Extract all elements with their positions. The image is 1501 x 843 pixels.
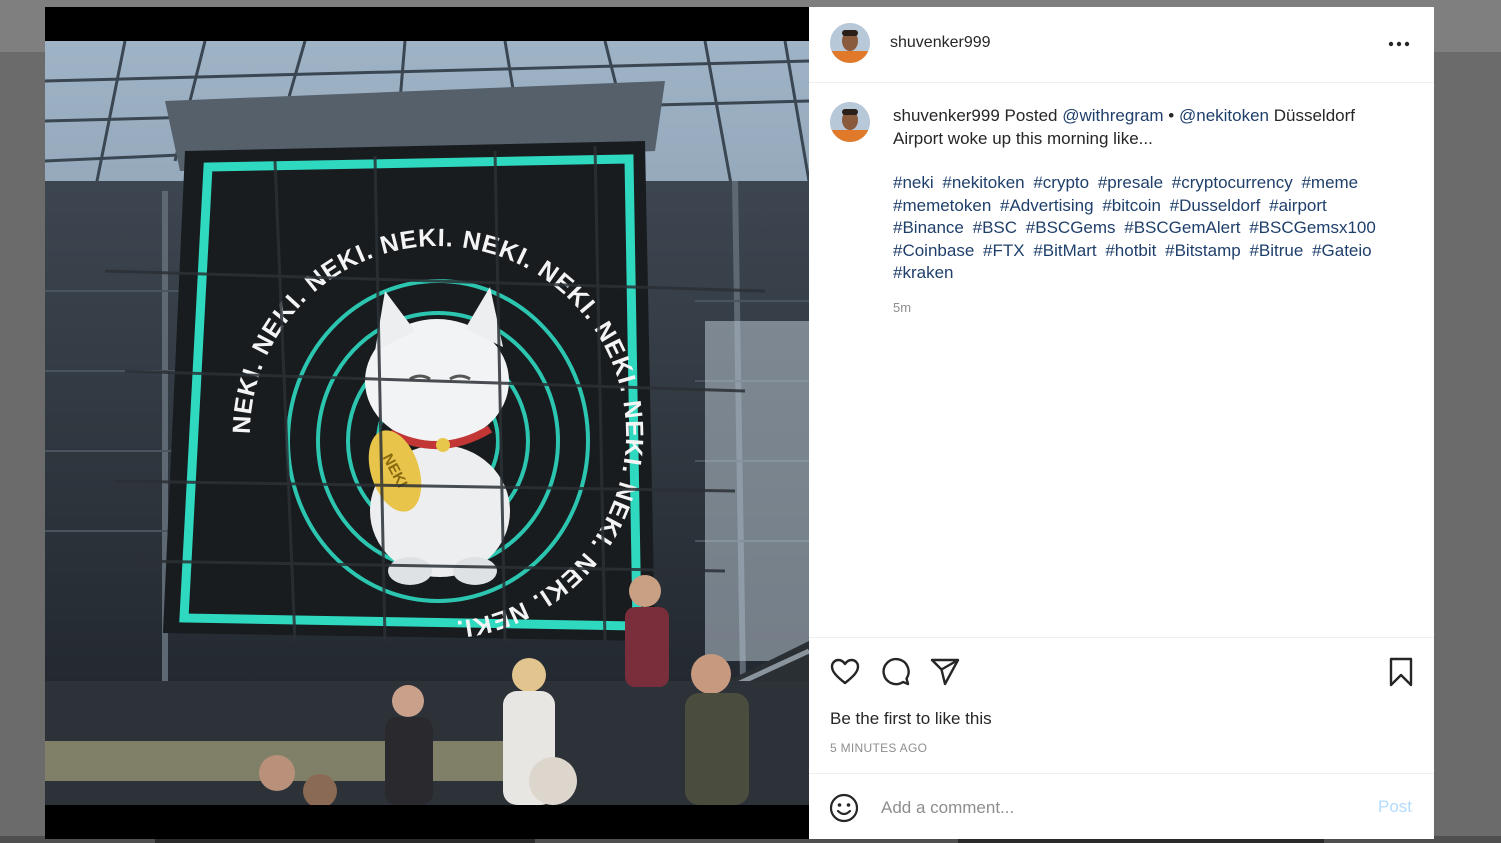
hashtag-link[interactable]: #memetoken	[893, 196, 991, 215]
comment-icon[interactable]	[879, 656, 911, 688]
caption-separator: •	[1168, 106, 1175, 125]
emoji-icon[interactable]	[829, 793, 859, 823]
hashtag-link[interactable]: #Coinbase	[893, 241, 974, 260]
post-media: NEKI. NEKI. NEKI. NEKI. NEKI. NEKI. NEKI…	[45, 7, 809, 839]
hashtag-link[interactable]: #Binance	[893, 218, 964, 237]
post-header: shuvenker999	[809, 7, 1434, 83]
like-this-link[interactable]: like this	[935, 709, 992, 728]
post-modal: NEKI. NEKI. NEKI. NEKI. NEKI. NEKI. NEKI…	[45, 7, 1434, 839]
hashtag-link[interactable]: #Dusseldorf	[1170, 196, 1261, 215]
caption-age: 5m	[893, 299, 912, 315]
hashtag-link[interactable]: #hotbit	[1105, 241, 1156, 260]
caption-username[interactable]: shuvenker999	[893, 106, 1000, 125]
hashtag-link[interactable]: #crypto	[1033, 173, 1089, 192]
heart-icon[interactable]	[829, 656, 861, 688]
avatar[interactable]	[830, 23, 870, 63]
hashtag-link[interactable]: #bitcoin	[1102, 196, 1161, 215]
hashtag-link[interactable]: #presale	[1098, 173, 1163, 192]
hashtag-link[interactable]: #neki	[893, 173, 934, 192]
post-photo[interactable]: NEKI. NEKI. NEKI. NEKI. NEKI. NEKI. NEKI…	[45, 41, 809, 805]
hashtag-link[interactable]: #airport	[1269, 196, 1327, 215]
caption-text: shuvenker999 Posted @withregram • @nekit…	[893, 105, 1393, 319]
post-caption: shuvenker999 Posted @withregram • @nekit…	[809, 83, 1434, 637]
avatar[interactable]	[830, 102, 870, 142]
hashtag-link[interactable]: #meme	[1301, 173, 1358, 192]
hashtag-link[interactable]: #BSC	[973, 218, 1017, 237]
comment-input[interactable]	[879, 792, 1333, 824]
hashtag-link[interactable]: #BSCGems	[1026, 218, 1116, 237]
share-icon[interactable]	[929, 656, 961, 688]
hashtag-link[interactable]: #Advertising	[1000, 196, 1094, 215]
post-actions: Be the first to like this 5 MINUTES AGO	[809, 637, 1434, 774]
likes-summary: Be the first to like this	[830, 709, 992, 729]
hashtag-link[interactable]: #BSCGemsx100	[1249, 218, 1376, 237]
more-options-icon[interactable]	[1386, 31, 1412, 57]
hashtag-link[interactable]: #Bitstamp	[1165, 241, 1241, 260]
post-side-panel: shuvenker999 shuvenker999 Posted @withre…	[809, 7, 1434, 839]
hashtag-link[interactable]: #kraken	[893, 263, 953, 282]
hashtag-link[interactable]: #FTX	[983, 241, 1025, 260]
hashtag-link[interactable]: #BSCGemAlert	[1124, 218, 1240, 237]
post-timestamp: 5 MINUTES AGO	[830, 741, 928, 755]
hashtag-link[interactable]: #BitMart	[1033, 241, 1096, 260]
comment-bar: Post	[809, 773, 1434, 840]
hashtag-link[interactable]: #nekitoken	[942, 173, 1024, 192]
post-comment-button[interactable]: Post	[1378, 797, 1412, 817]
hashtag-list: #neki #nekitoken #crypto #presale #crypt…	[893, 172, 1393, 285]
hashtag-link[interactable]: #Bitrue	[1249, 241, 1303, 260]
post-author-username[interactable]: shuvenker999	[890, 34, 991, 52]
mention-link[interactable]: @withregram	[1062, 106, 1163, 125]
bookmark-icon[interactable]	[1385, 656, 1417, 688]
hashtag-link[interactable]: #Gateio	[1312, 241, 1372, 260]
mention-link[interactable]: @nekitoken	[1179, 106, 1269, 125]
likes-prefix: Be the first to	[830, 709, 931, 728]
caption-posted-label: Posted	[1004, 106, 1058, 125]
hashtag-link[interactable]: #cryptocurrency	[1172, 173, 1293, 192]
